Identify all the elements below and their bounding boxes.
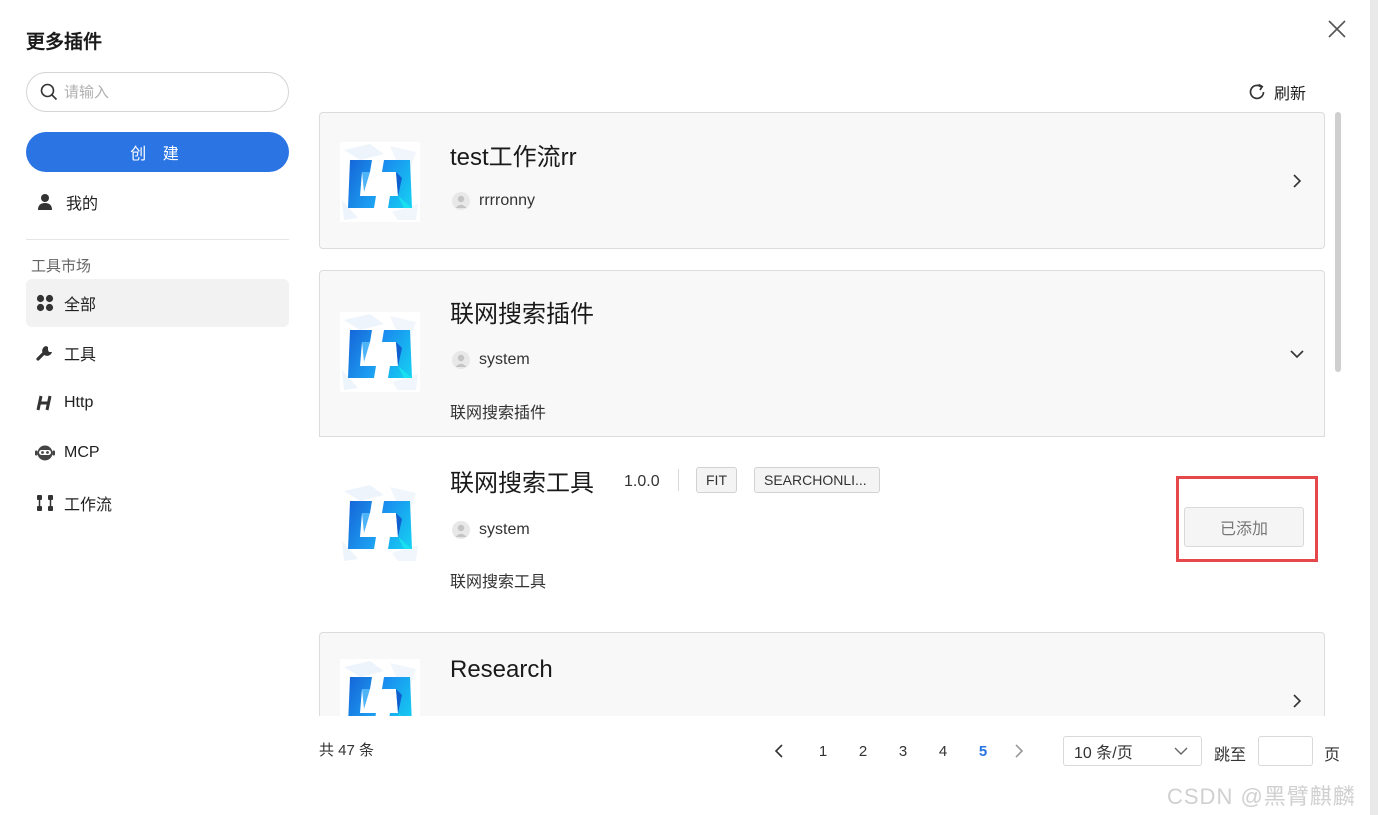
- plugin-name: Research: [450, 656, 553, 683]
- watermark: CSDN @黑臂麒麟: [1167, 784, 1356, 809]
- refresh-button[interactable]: 刷新: [1248, 80, 1306, 104]
- chevron-down-icon: [1290, 350, 1304, 359]
- search-icon: [40, 83, 58, 101]
- plugin-card[interactable]: 联网搜索插件 system 联网搜索插件 联网搜索工具 1.0.0 FIT SE…: [319, 270, 1325, 611]
- page-button-1[interactable]: 1: [812, 738, 834, 764]
- sidebar-item-http[interactable]: Http: [26, 379, 289, 427]
- jump-label: 跳至: [1214, 747, 1247, 764]
- expand-button[interactable]: [1285, 169, 1309, 193]
- collapse-button[interactable]: [1285, 342, 1309, 366]
- sidebar-item-label: 工具: [64, 347, 97, 364]
- sidebar: 创 建 我的 工具市场 全部 工具 Http: [0, 0, 300, 815]
- tool-author: system: [452, 521, 530, 539]
- page-button-5[interactable]: 5: [972, 738, 994, 764]
- plugin-author: system: [452, 351, 530, 369]
- plugin-list: test工作流rr rrrronny 联网搜索插件 system 联网搜索插件: [319, 112, 1325, 716]
- page-size-select[interactable]: 10 条/页: [1063, 736, 1202, 766]
- version-divider: [678, 469, 679, 491]
- more-plugins-dialog: 更多插件 创 建 我的 工具市场 全部 工具: [0, 0, 1370, 815]
- page-size-value: 10 条/页: [1074, 745, 1133, 762]
- plugin-name: 联网搜索插件: [450, 301, 594, 328]
- avatar-icon: [452, 521, 470, 539]
- close-icon: [1328, 20, 1346, 38]
- list-scrollbar[interactable]: [1335, 112, 1341, 372]
- tag-badge: FIT: [696, 467, 737, 493]
- search-input[interactable]: [64, 83, 264, 101]
- sidebar-item-label: Http: [64, 394, 94, 411]
- chevron-down-icon: [1174, 747, 1188, 755]
- plugin-logo-icon: [340, 659, 420, 716]
- added-button[interactable]: 已添加: [1184, 507, 1304, 547]
- plugin-name: test工作流rr: [450, 144, 577, 171]
- refresh-icon: [1249, 83, 1265, 100]
- sidebar-item-label: 工作流: [64, 497, 113, 514]
- plugin-author: rrrronny: [452, 192, 535, 210]
- sidebar-item-tools[interactable]: 工具: [26, 329, 289, 377]
- section-label-tool-market: 工具市场: [31, 258, 92, 275]
- avatar-icon: [452, 351, 470, 369]
- create-button[interactable]: 创 建: [26, 132, 289, 172]
- sidebar-item-mine[interactable]: 我的: [36, 190, 98, 214]
- search-box[interactable]: [26, 72, 289, 112]
- tool-item[interactable]: 联网搜索工具 1.0.0 FIT SEARCHONLI... system 联网…: [319, 436, 1325, 611]
- jump-page-input[interactable]: [1258, 736, 1313, 766]
- plugin-description: 联网搜索插件: [450, 405, 547, 422]
- expand-button[interactable]: [1285, 689, 1309, 713]
- plugin-logo-icon: [340, 142, 420, 222]
- page-button-4[interactable]: 4: [932, 738, 954, 764]
- workflow-icon: [35, 493, 55, 513]
- tool-description: 联网搜索工具: [450, 574, 547, 591]
- highlight-box: 已添加: [1176, 476, 1318, 562]
- sidebar-item-mcp[interactable]: MCP: [26, 429, 289, 477]
- tool-logo-icon: [340, 483, 420, 563]
- chevron-right-icon: [1293, 694, 1302, 708]
- chevron-right-icon: [1293, 174, 1302, 188]
- prev-page-button[interactable]: [768, 738, 790, 764]
- jump-unit: 页: [1324, 747, 1341, 764]
- sidebar-item-workflow[interactable]: 工作流: [26, 479, 289, 527]
- close-button[interactable]: [1322, 14, 1352, 44]
- sidebar-item-label: 我的: [66, 196, 99, 213]
- total-count: 共 47 条: [319, 742, 375, 759]
- tool-version: 1.0.0: [624, 473, 660, 490]
- http-icon: [35, 393, 55, 413]
- page-button-3[interactable]: 3: [892, 738, 914, 764]
- plugin-card[interactable]: test工作流rr rrrronny: [319, 112, 1325, 249]
- page-button-2[interactable]: 2: [852, 738, 874, 764]
- chevron-right-icon: [1015, 744, 1024, 758]
- sidebar-item-all[interactable]: 全部: [26, 279, 289, 327]
- wrench-icon: [35, 343, 55, 363]
- robot-icon: [35, 443, 55, 463]
- chevron-left-icon: [774, 744, 783, 758]
- sidebar-item-label: MCP: [64, 444, 100, 461]
- sidebar-item-label: 全部: [64, 297, 97, 314]
- grid-icon: [35, 293, 55, 313]
- user-icon: [38, 194, 52, 210]
- plugin-logo-icon: [340, 312, 420, 392]
- tool-name: 联网搜索工具: [450, 470, 594, 497]
- tag-badge: SEARCHONLI...: [754, 467, 880, 493]
- plugin-card[interactable]: Research: [319, 632, 1325, 716]
- avatar-icon: [452, 192, 470, 210]
- refresh-label: 刷新: [1274, 86, 1307, 103]
- sidebar-divider: [26, 239, 289, 240]
- next-page-button[interactable]: [1008, 738, 1030, 764]
